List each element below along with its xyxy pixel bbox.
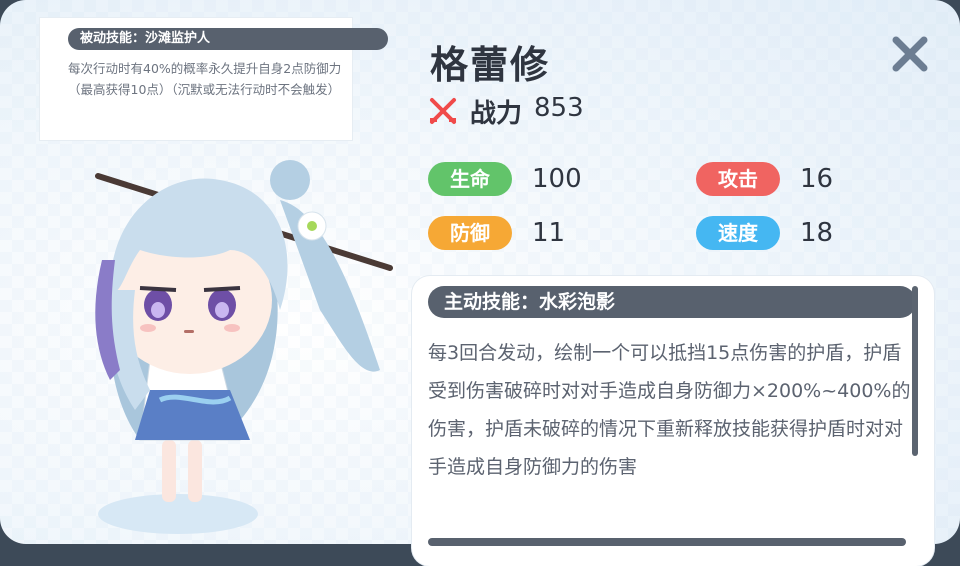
stat-speed-value: 18: [800, 218, 834, 248]
stat-attack-badge: 攻击: [696, 162, 780, 196]
skill-scrollbar[interactable]: [912, 286, 918, 456]
active-skill-description: 每3回合发动，绘制一个可以抵挡15点伤害的护盾，护盾受到伤害破碎时对对手造成自身…: [428, 342, 911, 478]
passive-skill-title: 被动技能：沙滩监护人: [68, 28, 388, 50]
character-portrait: [95, 160, 393, 534]
stat-hp-value: 100: [532, 164, 582, 194]
power-value: 853: [534, 93, 584, 123]
stat-defense-value: 11: [532, 218, 566, 248]
crossed-swords-icon: [430, 98, 456, 124]
stat-hp-badge: 生命: [428, 162, 512, 196]
next-skill-title-bar: [428, 538, 906, 546]
character-name: 格蕾修: [430, 43, 551, 87]
power-label: 战力: [470, 99, 523, 129]
stat-speed-badge: 速度: [696, 216, 780, 250]
active-skill-title: 主动技能：水彩泡影: [428, 286, 916, 318]
stat-defense-badge: 防御: [428, 216, 512, 250]
close-icon[interactable]: [888, 32, 932, 76]
active-skill-panel[interactable]: 主动技能：水彩泡影 每3回合发动，绘制一个可以抵挡15点伤害的护盾，护盾受到伤害…: [412, 276, 934, 566]
stat-attack-value: 16: [800, 164, 834, 194]
passive-skill-description: 每次行动时有40%的概率永久提升自身2点防御力（最高获得10点）（沉默或无法行动…: [68, 61, 342, 97]
passive-skill-tooltip: 被动技能：沙滩监护人 每次行动时有40%的概率永久提升自身2点防御力（最高获得1…: [40, 18, 388, 140]
